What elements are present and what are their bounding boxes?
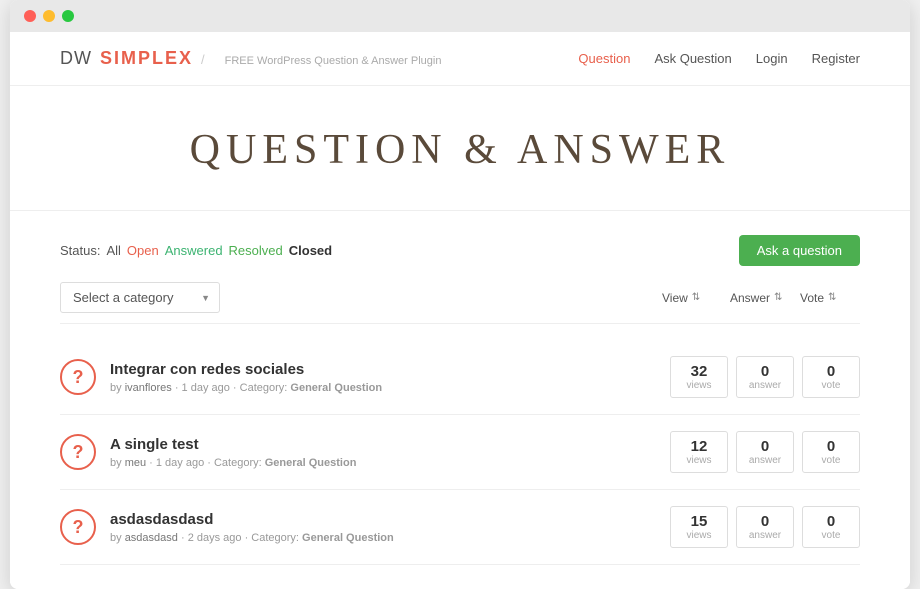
questions-list: ? Integrar con redes sociales by ivanflo… (60, 340, 860, 565)
votes-label: vote (807, 530, 855, 541)
question-item: ? Integrar con redes sociales by ivanflo… (60, 340, 860, 415)
question-icon: ? (60, 434, 96, 470)
status-filter-open[interactable]: Open (127, 243, 159, 258)
site-header: DW SIMPLEX / FREE WordPress Question & A… (10, 32, 910, 86)
votes-count: 0 (807, 438, 855, 455)
logo-slash: / (201, 52, 205, 67)
maximize-dot[interactable] (62, 10, 74, 22)
nav-login[interactable]: Login (756, 51, 788, 66)
answers-count: 0 (741, 513, 789, 530)
question-title[interactable]: A single test (110, 436, 656, 453)
views-count: 12 (675, 438, 723, 455)
column-headers: View ⇅ Answer ⇅ Vote ⇅ (662, 291, 860, 305)
status-filter-all[interactable]: All (106, 243, 120, 258)
stat-views: 12 views (670, 431, 728, 473)
hero-section: QUESTION & ANSWER (10, 86, 910, 211)
main-content: Status: All Open Answered Resolved Close… (10, 211, 910, 589)
stat-answers: 0 answer (736, 356, 794, 398)
question-item: ? A single test by meu · 1 day ago · Cat… (60, 415, 860, 490)
nav-question[interactable]: Question (578, 51, 630, 66)
question-icon: ? (60, 359, 96, 395)
col-view-label: View (662, 291, 688, 305)
question-author[interactable]: ivanflores (125, 382, 172, 394)
status-label: Status: (60, 243, 100, 258)
answers-count: 0 (741, 363, 789, 380)
question-item: ? asdasdasdasd by asdasdasd · 2 days ago… (60, 490, 860, 565)
answers-count: 0 (741, 438, 789, 455)
status-filter-closed[interactable]: Closed (289, 243, 332, 258)
views-count: 15 (675, 513, 723, 530)
answers-label: answer (741, 530, 789, 541)
by-label: by (110, 382, 122, 394)
votes-label: vote (807, 380, 855, 391)
stat-views: 32 views (670, 356, 728, 398)
stat-votes: 0 vote (802, 506, 860, 548)
question-title[interactable]: Integrar con redes sociales (110, 361, 656, 378)
question-meta: by asdasdasd · 2 days ago · Category: Ge… (110, 532, 656, 544)
sort-view-icon: ⇅ (692, 292, 700, 303)
filter-row: Select a category View ⇅ Answer ⇅ Vote ⇅ (60, 282, 860, 324)
sort-vote-icon: ⇅ (828, 292, 836, 303)
stat-answers: 0 answer (736, 431, 794, 473)
status-filters: Status: All Open Answered Resolved Close… (60, 243, 332, 258)
sort-answer-icon: ⇅ (774, 292, 782, 303)
logo-tagline: FREE WordPress Question & Answer Plugin (225, 55, 442, 67)
question-body: A single test by meu · 1 day ago · Categ… (110, 436, 656, 469)
status-bar: Status: All Open Answered Resolved Close… (60, 235, 860, 266)
by-label: by (110, 457, 122, 469)
question-stats: 15 views 0 answer 0 vote (670, 506, 860, 548)
col-header-view[interactable]: View ⇅ (662, 291, 722, 305)
question-stats: 32 views 0 answer 0 vote (670, 356, 860, 398)
question-author[interactable]: meu (125, 457, 146, 469)
site-logo: DW SIMPLEX / FREE WordPress Question & A… (60, 48, 441, 69)
answers-label: answer (741, 380, 789, 391)
question-meta: by meu · 1 day ago · Category: General Q… (110, 457, 656, 469)
question-body: asdasdasdasd by asdasdasd · 2 days ago ·… (110, 511, 656, 544)
views-label: views (675, 380, 723, 391)
logo-dw: DW (60, 48, 92, 69)
category-select-wrapper: Select a category (60, 282, 220, 313)
stat-votes: 0 vote (802, 431, 860, 473)
by-label: by (110, 532, 122, 544)
views-count: 32 (675, 363, 723, 380)
votes-count: 0 (807, 513, 855, 530)
question-meta: by ivanflores · 1 day ago · Category: Ge… (110, 382, 656, 394)
col-answer-label: Answer (730, 291, 770, 305)
close-dot[interactable] (24, 10, 36, 22)
votes-label: vote (807, 455, 855, 466)
ask-question-button[interactable]: Ask a question (739, 235, 860, 266)
hero-title: QUESTION & ANSWER (10, 126, 910, 174)
col-header-vote[interactable]: Vote ⇅ (800, 291, 860, 305)
stat-votes: 0 vote (802, 356, 860, 398)
col-header-answer[interactable]: Answer ⇅ (730, 291, 792, 305)
browser-chrome (10, 0, 910, 32)
question-body: Integrar con redes sociales by ivanflore… (110, 361, 656, 394)
stat-views: 15 views (670, 506, 728, 548)
nav-ask-question[interactable]: Ask Question (654, 51, 731, 66)
page-content: DW SIMPLEX / FREE WordPress Question & A… (10, 32, 910, 589)
views-label: views (675, 530, 723, 541)
logo-simplex: SIMPLEX (100, 48, 193, 69)
stat-answers: 0 answer (736, 506, 794, 548)
question-author[interactable]: asdasdasd (125, 532, 178, 544)
col-vote-label: Vote (800, 291, 824, 305)
browser-window: DW SIMPLEX / FREE WordPress Question & A… (10, 0, 910, 589)
category-select[interactable]: Select a category (60, 282, 220, 313)
question-stats: 12 views 0 answer 0 vote (670, 431, 860, 473)
site-nav: Question Ask Question Login Register (578, 51, 860, 66)
views-label: views (675, 455, 723, 466)
minimize-dot[interactable] (43, 10, 55, 22)
status-filter-resolved[interactable]: Resolved (229, 243, 283, 258)
answers-label: answer (741, 455, 789, 466)
question-icon: ? (60, 509, 96, 545)
question-title[interactable]: asdasdasdasd (110, 511, 656, 528)
status-filter-answered[interactable]: Answered (165, 243, 223, 258)
nav-register[interactable]: Register (812, 51, 860, 66)
votes-count: 0 (807, 363, 855, 380)
